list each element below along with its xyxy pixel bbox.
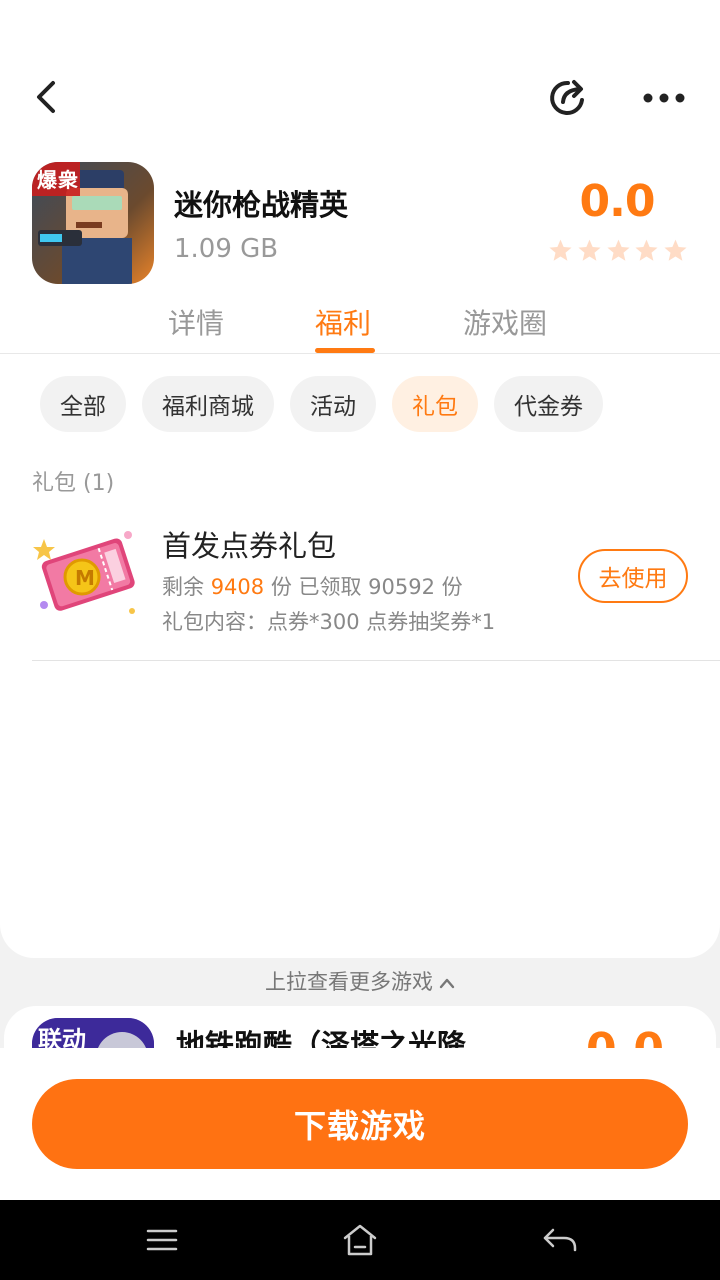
- app-detail-card: 爆 衆 迷你枪战精英 1.09 GB 0.0 详情 福利 游戏圈 全部 福利商城…: [0, 0, 720, 958]
- share-button[interactable]: [544, 74, 592, 122]
- gift-title: 首发点券礼包: [162, 529, 337, 563]
- filter-chips: 全部 福利商城 活动 礼包 代金券: [40, 376, 603, 432]
- chevron-up-icon: [439, 978, 455, 989]
- more-icon: [643, 93, 685, 103]
- gift-content: 礼包内容：点券*300 点券抽奖券*1: [162, 610, 496, 634]
- use-gift-button[interactable]: 去使用: [578, 549, 688, 603]
- star-icon: [606, 239, 630, 261]
- filter-benefit-store[interactable]: 福利商城: [142, 376, 274, 432]
- system-nav-bar: [0, 1200, 720, 1280]
- app-header: 爆 衆 迷你枪战精英 1.09 GB 0.0: [32, 162, 692, 284]
- section-label: 礼包 (1): [32, 471, 115, 496]
- filter-vouchers[interactable]: 代金券: [494, 376, 603, 432]
- return-icon: [543, 1228, 577, 1252]
- back-nav-button[interactable]: [540, 1220, 580, 1260]
- back-button[interactable]: [24, 74, 70, 120]
- gift-ticket-icon: M: [32, 519, 142, 629]
- list-item: M 首发点券礼包 剩余 9408 份 已领取 90592 份 礼包内容：点券*3…: [32, 515, 720, 661]
- filter-activities[interactable]: 活动: [290, 376, 376, 432]
- home-icon: [343, 1224, 377, 1256]
- gift-stats: 剩余 9408 份 已领取 90592 份: [162, 575, 463, 599]
- star-icon: [578, 239, 601, 261]
- menu-icon: [146, 1229, 178, 1251]
- gift-remaining-count: 9408: [210, 575, 265, 599]
- bottom-action-area: 下载游戏: [0, 1048, 720, 1200]
- star-icon: [549, 239, 572, 261]
- filter-all[interactable]: 全部: [40, 376, 126, 432]
- star-icon: [664, 239, 687, 261]
- tab-bar: 详情 福利 游戏圈: [0, 296, 720, 354]
- filter-gift-packs[interactable]: 礼包: [392, 376, 478, 432]
- pull-up-label: 上拉查看更多游戏: [265, 970, 433, 994]
- active-tab-indicator: [315, 348, 375, 353]
- top-bar: [0, 60, 720, 136]
- download-game-button[interactable]: 下载游戏: [32, 1079, 688, 1169]
- svg-text:衆: 衆: [58, 168, 78, 192]
- app-name: 迷你枪战精英: [174, 188, 349, 222]
- rating-score: 0.0: [579, 176, 656, 227]
- tab-details[interactable]: 详情: [168, 302, 224, 342]
- pull-up-more-games[interactable]: 上拉查看更多游戏: [0, 966, 720, 996]
- app-icon-badge: 爆: [37, 168, 58, 192]
- home-button[interactable]: [340, 1220, 380, 1260]
- app-size: 1.09 GB: [174, 234, 279, 264]
- back-arrow-icon: [37, 81, 55, 113]
- tab-game-circle[interactable]: 游戏圈: [463, 302, 547, 342]
- menu-button[interactable]: [142, 1220, 182, 1260]
- rating-stars: [548, 238, 688, 268]
- svg-text:M: M: [75, 566, 95, 590]
- app-icon: 爆 衆: [32, 162, 154, 284]
- star-icon: [635, 239, 658, 261]
- share-icon: [550, 80, 584, 115]
- tab-benefits[interactable]: 福利: [315, 302, 371, 342]
- more-options-button[interactable]: [638, 74, 690, 122]
